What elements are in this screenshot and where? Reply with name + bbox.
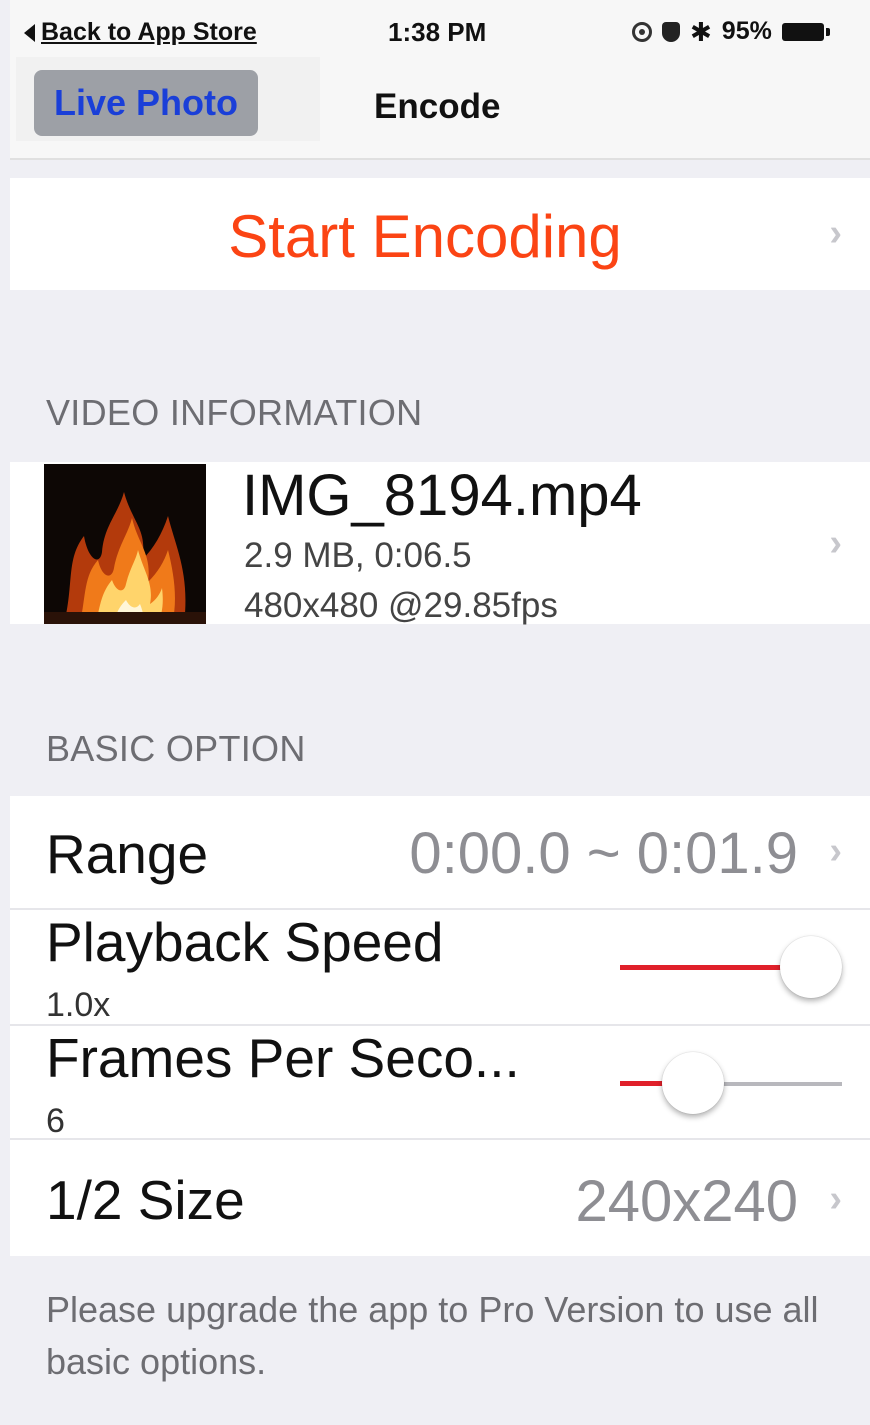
nav-title: Encode (374, 87, 501, 126)
video-resolution-fps: 480x480 @29.85fps (244, 586, 558, 625)
basic-options-group: Range 0:00.0 ~ 0:01.9 › Playback Speed 1… (10, 796, 870, 1256)
chevron-right-icon: › (829, 212, 842, 254)
frames-per-second-label: Frames Per Seco... (46, 1027, 520, 1089)
status-time: 1:38 PM (388, 17, 487, 47)
back-label: Back to App Store (41, 18, 257, 46)
frames-per-second-value: 6 (46, 1102, 65, 1140)
back-arrow-icon (24, 23, 35, 42)
slider-knob[interactable] (661, 1052, 724, 1114)
chevron-right-icon: › (829, 1178, 842, 1220)
range-label: Range (46, 823, 209, 885)
battery-percent: 95% (721, 17, 772, 45)
segment-control: Live Photo (16, 57, 320, 141)
video-thumbnail (44, 464, 206, 624)
half-size-value: 240x240 (575, 1169, 798, 1234)
status-bar: Back to App Store 1:38 PM ✱ 95% (10, 0, 870, 62)
playback-speed-label: Playback Speed (46, 911, 444, 973)
fire-thumbnail-icon (44, 464, 206, 624)
chevron-right-icon: › (829, 522, 842, 564)
upgrade-notice: Please upgrade the app to Pro Version to… (46, 1289, 819, 1382)
navigation-bar: Live Photo Encode (10, 55, 870, 160)
playback-speed-row: Playback Speed 1.0x (10, 910, 870, 1024)
video-size-duration: 2.9 MB, 0:06.5 (244, 536, 472, 575)
range-value: 0:00.0 ~ 0:01.9 (409, 821, 798, 886)
page: Back to App Store 1:38 PM ✱ 95% Live Pho… (10, 0, 870, 1425)
back-to-app-store-link[interactable]: Back to App Store (24, 18, 257, 47)
basic-option-header: BASIC OPTION (46, 728, 306, 769)
frames-per-second-slider[interactable] (620, 1052, 842, 1114)
video-info-cell[interactable]: IMG_8194.mp4 2.9 MB, 0:06.5 480x480 @29.… (10, 462, 870, 625)
start-encoding-label: Start Encoding (228, 203, 622, 270)
shield-icon (662, 21, 680, 42)
video-file-name: IMG_8194.mp4 (242, 463, 642, 528)
bluetooth-icon: ✱ (690, 16, 712, 47)
start-encoding-cell[interactable]: Start Encoding › (10, 178, 870, 290)
status-icons: ✱ 95% (632, 16, 830, 47)
range-row[interactable]: Range 0:00.0 ~ 0:01.9 › (10, 796, 870, 908)
half-size-label: 1/2 Size (46, 1169, 245, 1231)
video-information-header: VIDEO INFORMATION (46, 392, 423, 433)
slider-knob[interactable] (780, 936, 842, 998)
half-size-row[interactable]: 1/2 Size 240x240 › (10, 1140, 870, 1256)
playback-speed-value: 1.0x (46, 986, 111, 1024)
battery-icon (781, 22, 830, 41)
location-icon (632, 21, 652, 42)
playback-speed-slider[interactable] (620, 936, 842, 998)
frames-per-second-row: Frames Per Seco... 6 (10, 1026, 870, 1140)
chevron-right-icon: › (829, 830, 842, 872)
live-photo-button[interactable]: Live Photo (34, 70, 258, 136)
